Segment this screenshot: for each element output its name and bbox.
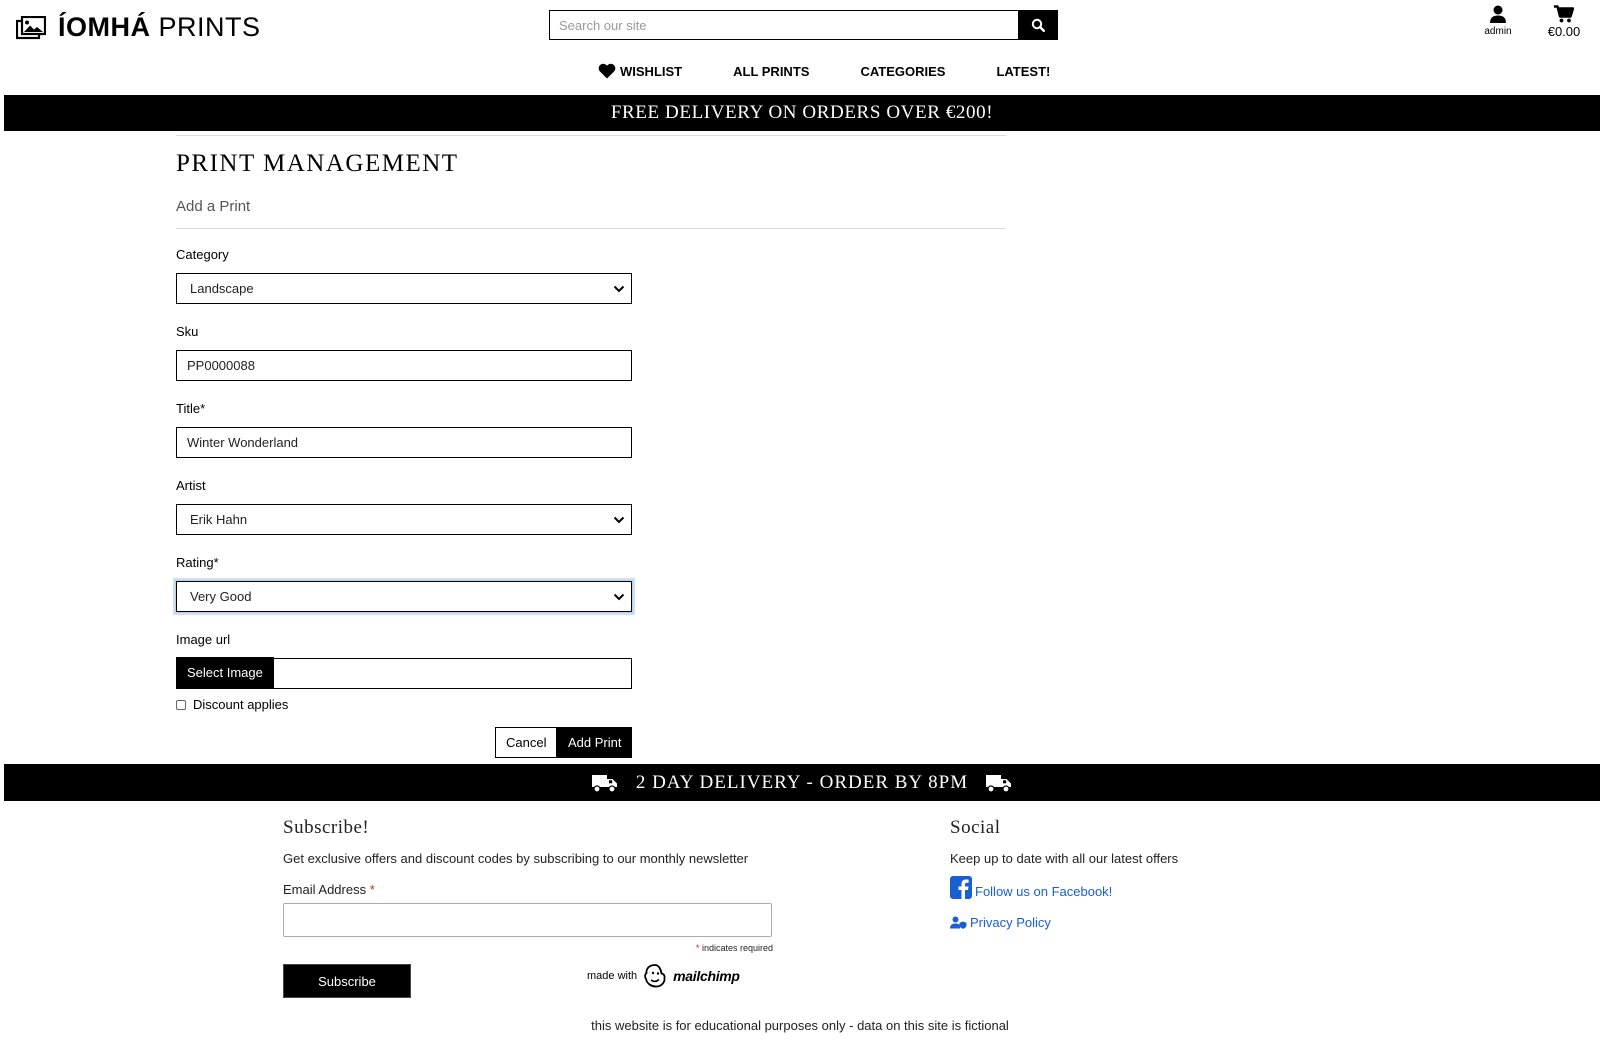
select-image-button[interactable]: Select Image [176,657,274,688]
facebook-link-label: Follow us on Facebook! [975,884,1113,899]
brand-name-light: PRINTS [158,12,261,42]
user-shield-icon [950,916,967,929]
facebook-link[interactable]: Follow us on Facebook! [950,876,1250,899]
nav-all-prints[interactable]: ALL PRINTS [733,64,809,79]
subscribe-section: Subscribe! Get exclusive offers and disc… [283,817,773,953]
privacy-policy-label: Privacy Policy [970,915,1051,930]
truck-icon [591,774,617,793]
search-button[interactable] [1018,10,1058,40]
chevron-down-icon [613,285,625,292]
site-logo[interactable]: ÍOMHÁ PRINTS [16,12,261,43]
social-section: Social Keep up to date with all our late… [950,817,1250,930]
add-print-form: Category Landscape Sku PP0000088 Title* … [176,246,632,708]
site-search [549,10,1058,40]
account-menu[interactable]: admin [1480,5,1516,37]
chevron-down-icon [613,593,625,600]
brand-name: ÍOMHÁ PRINTS [58,12,261,43]
sku-value: PP0000088 [187,358,255,373]
social-text: Keep up to date with all our latest offe… [950,851,1179,866]
subscribe-heading: Subscribe! [283,817,370,838]
required-note: * indicates required [283,943,773,953]
subscribe-button[interactable]: Subscribe [283,964,411,998]
nav-latest[interactable]: LATEST! [996,64,1050,79]
discount-label: Discount applies [193,697,289,712]
privacy-policy-link[interactable]: Privacy Policy [950,915,1250,930]
add-print-button[interactable]: Add Print [557,727,633,758]
divider [176,228,1006,229]
social-heading: Social [950,817,1001,838]
required-note-text: indicates required [701,943,773,953]
free-delivery-banner: FREE DELIVERY ON ORDERS OVER €200! [4,95,1600,131]
delivery-banner-text: 2 DAY DELIVERY - ORDER BY 8PM [635,772,969,793]
truck-icon [986,774,1012,793]
sku-label: Sku [176,324,199,339]
nav-wishlist-label: WISHLIST [620,63,683,79]
delivery-banner: 2 DAY DELIVERY - ORDER BY 8PM [4,764,1600,801]
search-input[interactable] [549,10,1018,40]
category-label: Category [176,247,229,262]
required-star: * [695,943,700,953]
cancel-button[interactable]: Cancel [495,727,558,758]
artist-label: Artist [176,478,206,493]
rating-select[interactable]: Very Good [176,581,632,612]
required-star: * [369,882,375,897]
divider [176,135,1006,136]
made-with-text: made with [587,970,638,982]
artist-select[interactable]: Erik Hahn [176,504,632,535]
cart-total: €0.00 [1547,24,1581,39]
email-label: Email Address * [283,882,773,897]
user-icon [1490,5,1506,23]
mailchimp-badge[interactable]: made with mailchimp [587,963,740,989]
email-label-text: Email Address [283,882,367,897]
category-select[interactable]: Landscape [176,273,632,304]
nav-categories[interactable]: CATEGORIES [860,64,945,79]
search-icon [1031,18,1045,32]
main-nav: WISHLIST ALL PRINTS CATEGORIES LATEST! [598,63,1050,79]
heart-icon [598,63,616,79]
mailchimp-logo-icon [644,964,666,988]
category-value: Landscape [190,281,254,296]
images-icon [16,15,46,39]
sku-input[interactable]: PP0000088 [176,350,632,381]
title-label: Title* [176,401,206,416]
rating-value: Very Good [190,589,252,604]
main-content: PRINT MANAGEMENT Add a Print [176,135,1006,229]
account-label: admin [1484,26,1512,37]
chevron-down-icon [613,516,625,523]
nav-wishlist[interactable]: WISHLIST [598,63,682,79]
rating-label: Rating* [176,555,219,570]
footer-disclaimer: this website is for educational purposes… [591,1018,1009,1033]
page-subtitle: Add a Print [176,198,251,215]
shopping-cart-icon [1554,5,1574,23]
subscribe-text: Get exclusive offers and discount codes … [283,851,749,866]
discount-checkbox-row[interactable]: Discount applies [176,697,288,712]
image-url-label: Image url [176,632,231,647]
mailchimp-wordmark: mailchimp [673,968,740,984]
discount-checkbox[interactable] [176,699,186,710]
shopping-cart[interactable]: €0.00 [1544,5,1584,39]
artist-value: Erik Hahn [190,512,248,527]
brand-name-bold: ÍOMHÁ [58,12,151,42]
page-title: PRINT MANAGEMENT [176,150,459,177]
title-input[interactable]: Winter Wonderland [176,427,632,458]
facebook-icon [950,876,972,899]
newsletter-email-input[interactable] [283,903,772,937]
title-value: Winter Wonderland [187,435,299,450]
